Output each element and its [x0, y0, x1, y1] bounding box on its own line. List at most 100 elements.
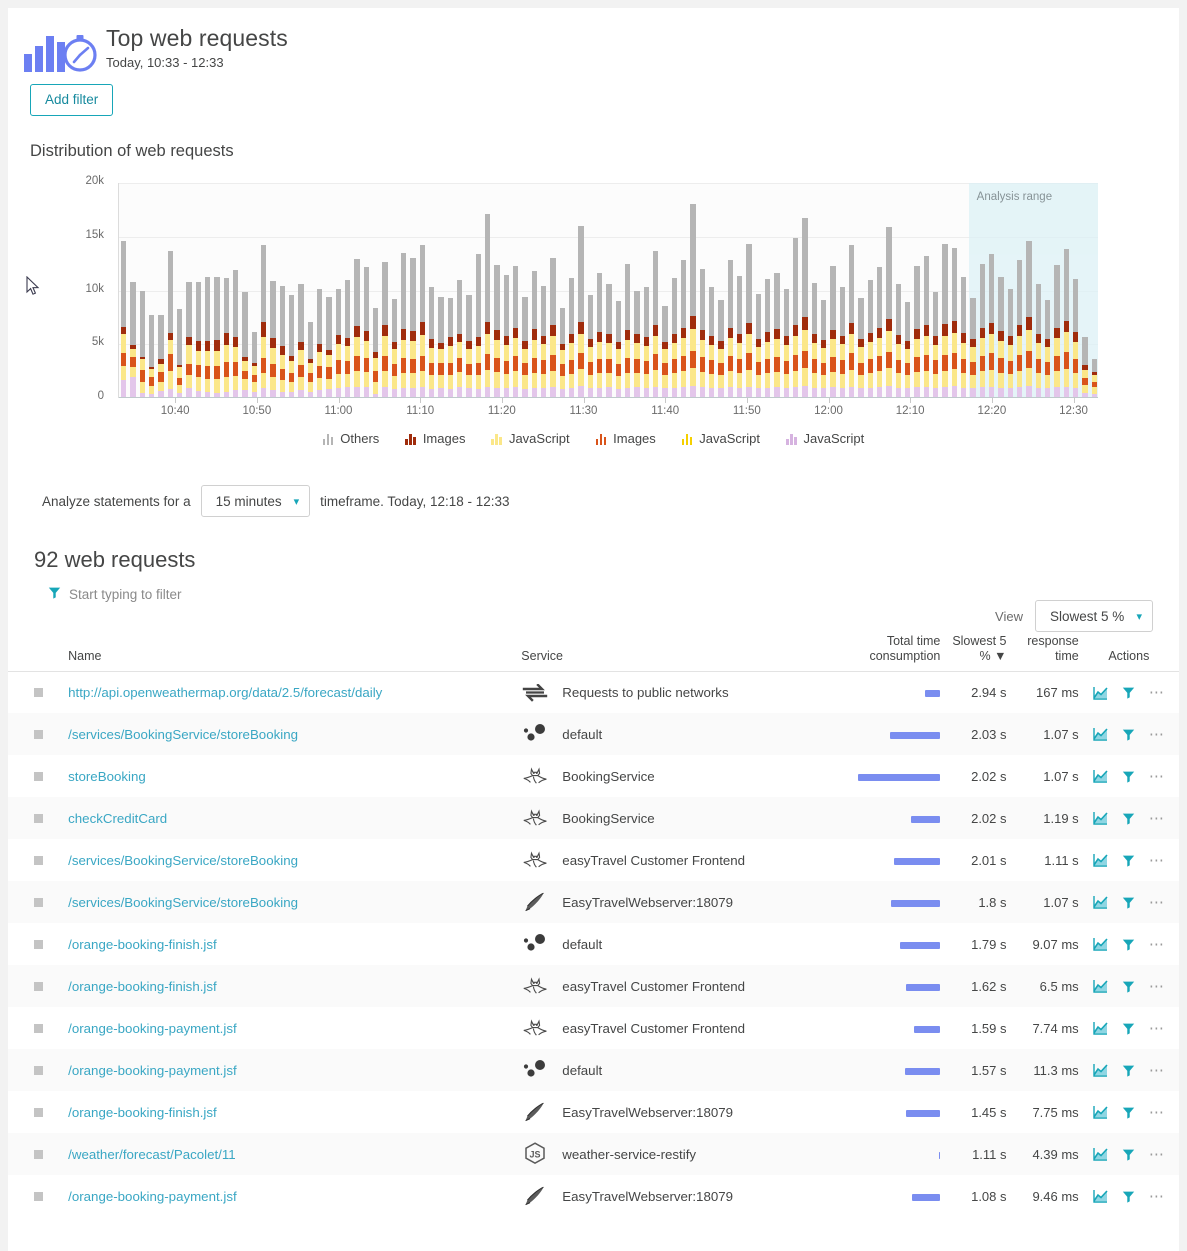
- request-name-link[interactable]: http://api.openweathermap.org/data/2.5/f…: [68, 685, 382, 700]
- row-select-cell[interactable]: [8, 1007, 68, 1049]
- funnel-icon[interactable]: [1122, 938, 1135, 951]
- legend-item[interactable]: Others: [322, 431, 379, 446]
- chart-icon[interactable]: [1093, 1063, 1108, 1078]
- table-row[interactable]: /orange-booking-finish.jsf easyTravel Cus…: [8, 965, 1179, 1008]
- square-marker-icon[interactable]: [33, 813, 43, 823]
- table-row[interactable]: http://api.openweathermap.org/data/2.5/f…: [8, 671, 1179, 713]
- table-row[interactable]: storeBooking BookingService 2.02 s 1.07 s ⋯: [8, 755, 1179, 797]
- legend-item[interactable]: Images: [405, 431, 465, 446]
- square-marker-icon[interactable]: [33, 1065, 43, 1075]
- row-select-cell[interactable]: [8, 755, 68, 797]
- view-select[interactable]: Slowest 5 % ▾: [1035, 600, 1153, 632]
- chart-icon[interactable]: [1093, 1189, 1108, 1204]
- square-marker-icon[interactable]: [33, 855, 43, 865]
- more-dots-icon[interactable]: ⋯: [1149, 1063, 1165, 1078]
- row-select-cell[interactable]: [8, 923, 68, 965]
- chart-plot-area[interactable]: Analysis range: [118, 183, 1098, 398]
- results-filter-input[interactable]: Start typing to filter: [69, 587, 182, 602]
- funnel-icon[interactable]: [1122, 1064, 1135, 1077]
- funnel-icon[interactable]: [1122, 728, 1135, 741]
- column-header-name[interactable]: Name: [68, 618, 522, 672]
- square-marker-icon[interactable]: [33, 981, 43, 991]
- funnel-icon[interactable]: [1122, 896, 1135, 909]
- request-name-link[interactable]: /orange-booking-finish.jsf: [68, 979, 217, 994]
- legend-item[interactable]: JavaScript: [786, 431, 864, 446]
- legend-item[interactable]: JavaScript: [681, 431, 760, 446]
- chart-icon[interactable]: [1093, 1105, 1108, 1120]
- request-name-link[interactable]: checkCreditCard: [68, 811, 167, 826]
- square-marker-icon[interactable]: [33, 688, 43, 698]
- square-marker-icon[interactable]: [33, 1023, 43, 1033]
- square-marker-icon[interactable]: [33, 939, 43, 949]
- funnel-icon[interactable]: [1122, 1022, 1135, 1035]
- table-row[interactable]: /orange-booking-payment.jsf default 1.57 s…: [8, 1049, 1179, 1092]
- square-marker-icon[interactable]: [33, 897, 43, 907]
- more-dots-icon[interactable]: ⋯: [1149, 937, 1165, 952]
- column-header-service[interactable]: Service: [521, 618, 831, 672]
- more-dots-icon[interactable]: ⋯: [1149, 811, 1165, 826]
- more-dots-icon[interactable]: ⋯: [1149, 769, 1165, 784]
- row-select-cell[interactable]: [8, 1091, 68, 1133]
- chart-icon[interactable]: [1093, 979, 1108, 994]
- chart-icon[interactable]: [1093, 853, 1108, 868]
- legend-item[interactable]: JavaScript: [491, 431, 570, 446]
- row-select-cell[interactable]: [8, 839, 68, 881]
- funnel-icon[interactable]: [1122, 812, 1135, 825]
- request-name-link[interactable]: /orange-booking-payment.jsf: [68, 1189, 237, 1204]
- row-select-cell[interactable]: [8, 713, 68, 755]
- chart-icon[interactable]: [1093, 811, 1108, 826]
- chart-icon[interactable]: [1093, 769, 1108, 784]
- table-row[interactable]: checkCreditCard BookingService 2.02 s 1.19 …: [8, 797, 1179, 840]
- chart-icon[interactable]: [1093, 686, 1108, 700]
- more-dots-icon[interactable]: ⋯: [1149, 727, 1165, 742]
- chart-icon[interactable]: [1093, 727, 1108, 742]
- square-marker-icon[interactable]: [33, 1149, 43, 1159]
- more-dots-icon[interactable]: ⋯: [1149, 1147, 1165, 1162]
- legend-item[interactable]: Images: [595, 431, 656, 446]
- more-dots-icon[interactable]: ⋯: [1149, 1021, 1165, 1036]
- table-row[interactable]: /orange-booking-finish.jsf default 1.79 s 9…: [8, 923, 1179, 965]
- square-marker-icon[interactable]: [33, 771, 43, 781]
- more-dots-icon[interactable]: ⋯: [1149, 1189, 1165, 1204]
- timeframe-select[interactable]: 15 minutes ▾: [200, 485, 311, 517]
- chart-icon[interactable]: [1093, 937, 1108, 952]
- table-row[interactable]: /orange-booking-payment.jsf EasyTravelWeb…: [8, 1175, 1179, 1217]
- table-row[interactable]: /orange-booking-payment.jsf easyTravel Cu…: [8, 1007, 1179, 1049]
- request-name-link[interactable]: /weather/forecast/Pacolet/11: [68, 1147, 236, 1162]
- request-name-link[interactable]: /services/BookingService/storeBooking: [68, 727, 298, 742]
- funnel-icon[interactable]: [1122, 770, 1135, 783]
- square-marker-icon[interactable]: [33, 729, 43, 739]
- request-name-link[interactable]: /orange-booking-finish.jsf: [68, 1105, 217, 1120]
- request-name-link[interactable]: /orange-booking-payment.jsf: [68, 1021, 237, 1036]
- request-name-link[interactable]: /services/BookingService/storeBooking: [68, 895, 298, 910]
- funnel-icon[interactable]: [1122, 854, 1135, 867]
- request-name-link[interactable]: storeBooking: [68, 769, 146, 784]
- funnel-icon[interactable]: [1122, 686, 1135, 699]
- chart-icon[interactable]: [1093, 895, 1108, 910]
- table-row[interactable]: /services/BookingService/storeBooking Eas…: [8, 881, 1179, 924]
- request-name-link[interactable]: /services/BookingService/storeBooking: [68, 853, 298, 868]
- more-dots-icon[interactable]: ⋯: [1149, 895, 1165, 910]
- table-row[interactable]: /services/BookingService/storeBooking eas…: [8, 839, 1179, 881]
- square-marker-icon[interactable]: [33, 1191, 43, 1201]
- table-row[interactable]: /weather/forecast/Pacolet/11 JS weather-se…: [8, 1133, 1179, 1176]
- row-select-cell[interactable]: [8, 881, 68, 923]
- funnel-icon[interactable]: [1122, 980, 1135, 993]
- request-name-link[interactable]: /orange-booking-payment.jsf: [68, 1063, 237, 1078]
- add-filter-button[interactable]: Add filter: [30, 84, 114, 116]
- row-select-cell[interactable]: [8, 1049, 68, 1091]
- row-select-cell[interactable]: [8, 1175, 68, 1217]
- column-header-total-time[interactable]: Total time consumption: [830, 618, 941, 672]
- row-select-cell[interactable]: [8, 797, 68, 839]
- row-select-cell[interactable]: [8, 671, 68, 713]
- row-select-cell[interactable]: [8, 965, 68, 1007]
- request-name-link[interactable]: /orange-booking-finish.jsf: [68, 937, 217, 952]
- more-dots-icon[interactable]: ⋯: [1149, 853, 1165, 868]
- chart-icon[interactable]: [1093, 1147, 1108, 1162]
- more-dots-icon[interactable]: ⋯: [1149, 685, 1165, 700]
- more-dots-icon[interactable]: ⋯: [1149, 1105, 1165, 1120]
- row-select-cell[interactable]: [8, 1133, 68, 1175]
- funnel-icon[interactable]: [1122, 1148, 1135, 1161]
- chart-icon[interactable]: [1093, 1021, 1108, 1036]
- table-row[interactable]: /orange-booking-finish.jsf EasyTravelWebs…: [8, 1091, 1179, 1133]
